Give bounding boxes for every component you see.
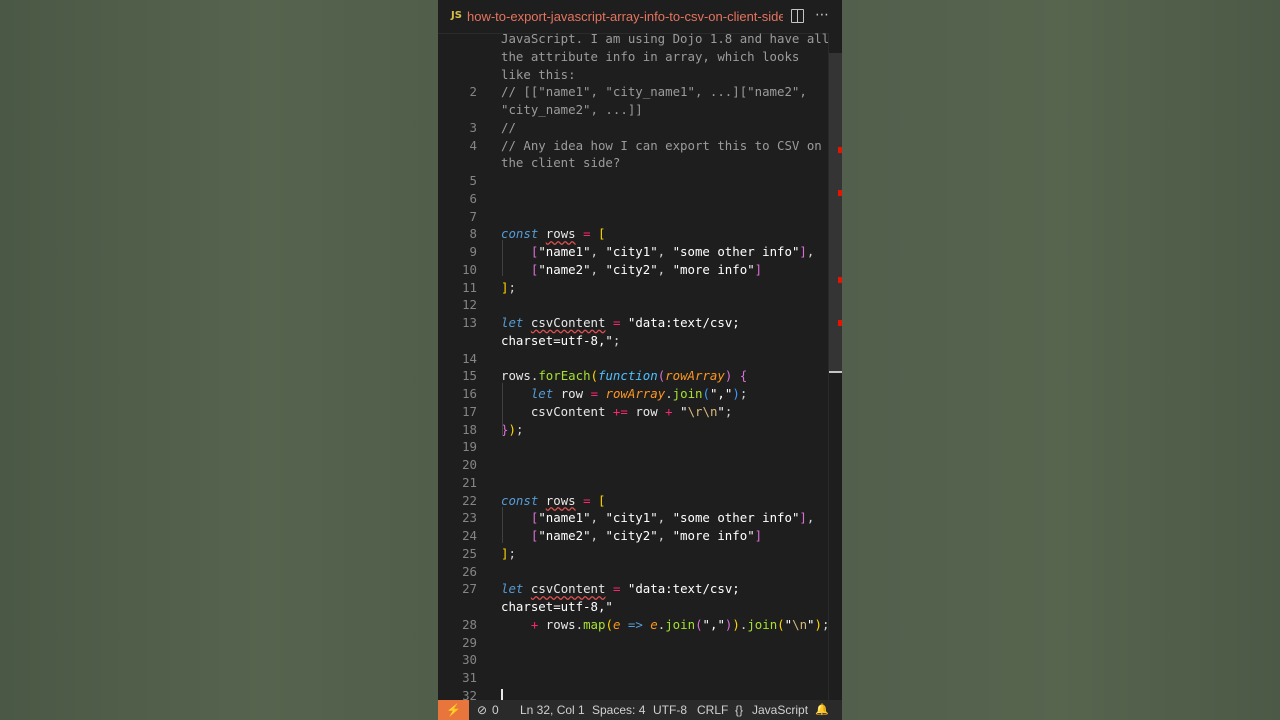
line-number: 21 [462,474,477,490]
line-number: 4 [469,137,477,153]
scrollbar-cursor-marker [829,371,842,373]
code-editor: JS how-to-export-javascript-array-info-t… [438,0,842,720]
remote-indicator-icon[interactable]: ⚡ [438,700,469,720]
code-line: 28 + rows.map(e => e.join(",")).join("\n… [438,616,829,634]
error-marker [838,147,842,153]
error-marker [838,320,842,326]
line-number: 18 [462,421,477,437]
code-line: like this: [501,66,576,82]
code-line: 19 [438,438,828,456]
editor-tab-title[interactable]: how-to-export-javascript-array-info-to-c… [467,9,783,24]
line-number: 9 [469,244,477,259]
code-line: 10 ["name2", "city2", "more info"] [438,261,828,279]
video-background-left [0,0,438,720]
line-number: 19 [462,439,477,455]
line-number: 12 [462,297,477,313]
line-number: 28 [462,616,477,632]
code-line: 25]; [438,545,828,563]
video-background-right [842,0,1280,720]
language-mode[interactable]: JavaScript [752,700,808,720]
line-number: 17 [462,403,477,419]
code-line: 32 [438,687,828,700]
line-number: 27 [462,581,477,597]
code-line: 20 [438,456,828,474]
code-line: 15 rows.forEach(function(rowArray) { [438,367,828,385]
line-number: 11 [462,279,477,295]
code-line: 7 [438,208,828,226]
javascript-file-icon: JS [451,10,462,21]
code-line: 5 [438,172,828,190]
code-line: JavaScript. I am using Dojo 1.8 and have… [501,33,830,46]
line-number: 2 [469,84,477,100]
code-line: 13 let csvContent = "data:text/csv; [438,314,828,332]
line-number: 26 [462,563,477,579]
code-line: 12 [438,296,828,314]
end-of-line-setting[interactable]: CRLF [697,700,728,720]
code-line: 11]; [438,279,828,297]
ports-icon[interactable]: ⊘ [477,700,487,720]
line-number: 22 [462,492,477,508]
code-line: the client side? [501,155,621,171]
line-number: 5 [469,173,477,188]
line-number: 23 [462,510,477,526]
code-line: 8 const rows = [ [438,225,828,243]
code-line: 24 ["name2", "city2", "more info"] [438,527,828,545]
code-line: 26 [438,563,828,581]
code-line: 18}); [438,421,828,439]
status-bar: ⚡ ⊘ 0 Ln 32, Col 1 Spaces: 4 UTF-8 CRLF … [438,700,842,720]
code-line: "city_name2", ...]] [501,102,643,117]
line-number: 8 [469,226,477,242]
code-area[interactable]: JavaScript. I am using Dojo 1.8 and have… [438,33,842,700]
language-braces-icon: {} [735,703,744,717]
indent-guide [502,383,503,436]
line-number: 32 [462,687,477,700]
code-line: 31 [438,669,828,687]
line-number: 16 [462,386,477,401]
error-marker [838,190,842,196]
code-line: 3// [438,119,828,137]
line-number: 13 [462,315,477,330]
code-line: 27 let csvContent = "data:text/csv; [438,580,828,598]
code-line: 2// [["name1", "city_name1", ...]["name2… [438,83,828,101]
indentation-setting[interactable]: Spaces: 4 [592,700,645,720]
line-number: 29 [462,634,477,650]
code-line: charset=utf-8,"; [501,332,621,348]
line-number: 30 [462,652,477,668]
line-number: 10 [462,261,477,277]
text-cursor [501,688,503,700]
code-line: 23 ["name1", "city1", "some other info"]… [438,509,828,527]
code-line: 29 [438,634,828,652]
more-actions-icon[interactable]: ⋯ [814,6,830,24]
line-number: 31 [462,670,477,685]
line-number: 24 [462,528,477,543]
code-line: 16 let row = rowArray.join(","); [438,385,828,403]
code-line: 6 [438,190,828,208]
code-line: the attribute info in array, which looks [501,48,800,64]
error-marker [838,277,842,283]
line-number: 7 [469,208,477,224]
line-number: 14 [462,350,477,366]
code-line: 4// Any idea how I can export this to CS… [438,137,828,155]
split-editor-icon[interactable] [791,9,804,23]
code-line: 9 ["name1", "city1", "some other info"], [438,243,828,261]
cursor-position[interactable]: Ln 32, Col 1 [520,700,585,720]
line-number: 25 [462,545,477,561]
file-encoding[interactable]: UTF-8 [653,700,687,720]
code-line: 17 csvContent += row + "\r\n"; [438,403,828,421]
code-line: 30 [438,651,828,669]
indent-guide [502,507,503,543]
line-number: 20 [462,457,477,472]
editor-tab-bar: JS how-to-export-javascript-array-info-t… [438,0,842,34]
ports-count[interactable]: 0 [492,700,499,720]
line-number: 6 [469,190,477,206]
code-lines: JavaScript. I am using Dojo 1.8 and have… [438,33,830,700]
notifications-bell-icon[interactable]: 🔔 [815,700,829,720]
line-number: 3 [469,119,477,135]
indent-guide [502,240,503,276]
code-line: 14 [438,350,828,368]
line-number: 15 [462,368,477,384]
code-line: 22 const rows = [ [438,492,828,510]
code-line: charset=utf-8," [501,599,613,614]
code-line: 21 [438,474,828,492]
